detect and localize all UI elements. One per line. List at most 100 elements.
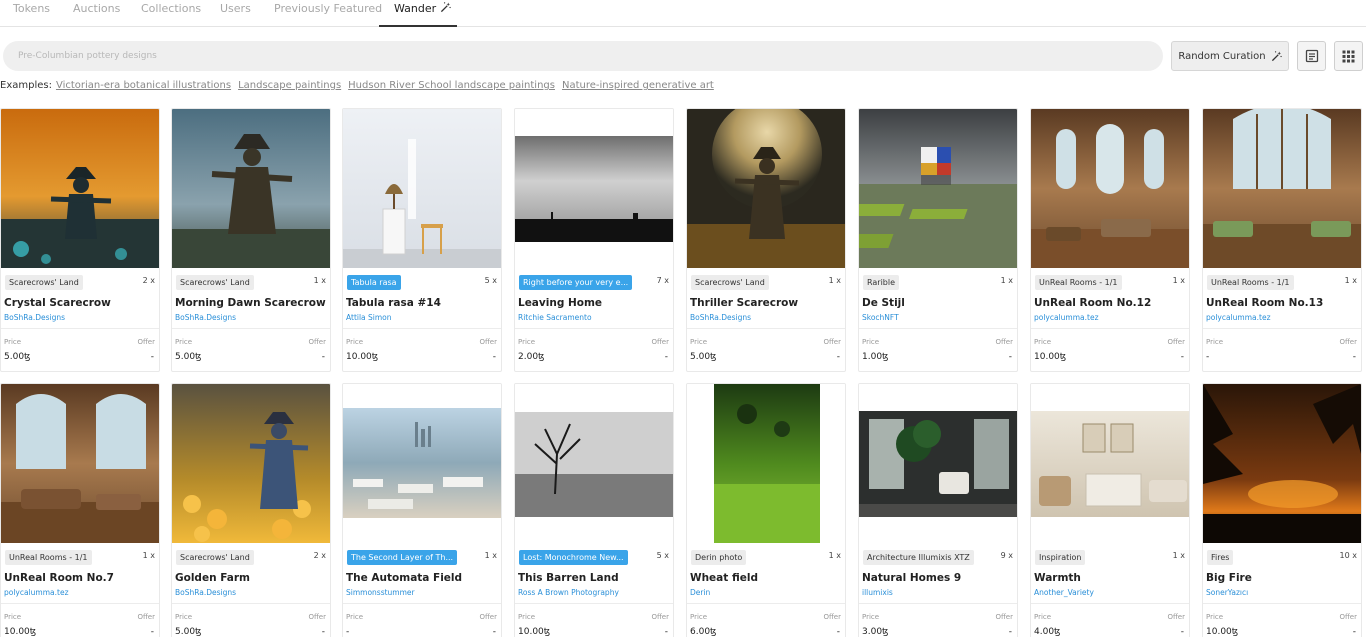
artwork-image[interactable] — [515, 384, 673, 543]
token-title[interactable]: Tabula rasa #14 — [346, 297, 441, 309]
creator-link[interactable]: polycalumma.tez — [4, 588, 69, 597]
random-curation-button[interactable]: Random Curation — [1171, 41, 1289, 71]
example-link[interactable]: Hudson River School landscape paintings — [348, 80, 555, 91]
token-title[interactable]: UnReal Room No.7 — [4, 572, 114, 584]
grid-view-button[interactable] — [1334, 41, 1363, 71]
token-title[interactable]: This Barren Land — [518, 572, 619, 584]
artwork-image[interactable] — [859, 384, 1017, 543]
token-card[interactable]: Tabula rasa 5 x Tabula rasa #14 Attila S… — [342, 108, 502, 372]
tab-users[interactable]: Users — [220, 2, 251, 15]
tab-previously-featured[interactable]: Previously Featured — [274, 2, 382, 15]
collection-badge[interactable]: Inspiration — [1035, 550, 1086, 565]
token-title[interactable]: UnReal Room No.13 — [1206, 297, 1323, 309]
token-card[interactable]: Right before your very e... 7 x Leaving … — [514, 108, 674, 372]
collection-badge[interactable]: Architecture Illumixis XTZ — [863, 550, 974, 565]
search-input[interactable] — [18, 41, 1148, 71]
token-title[interactable]: Wheat field — [690, 572, 758, 584]
collection-badge[interactable]: Derin photo — [691, 550, 747, 565]
offer-label: Offer — [479, 338, 497, 346]
price-value: 4.00ꜩ — [1034, 627, 1061, 637]
token-title[interactable]: De Stijl — [862, 297, 905, 309]
creator-link[interactable]: polycalumma.tez — [1034, 313, 1099, 322]
artwork-image[interactable] — [1203, 109, 1361, 268]
artwork-image[interactable] — [515, 109, 673, 268]
token-card[interactable]: Rarible 1 x De Stijl SkochNFT Price Offe… — [858, 108, 1018, 372]
token-card[interactable]: Inspiration 1 x Warmth Another_Variety P… — [1030, 383, 1190, 637]
artwork-image[interactable] — [172, 384, 330, 543]
token-title[interactable]: Big Fire — [1206, 572, 1252, 584]
token-title[interactable]: Crystal Scarecrow — [4, 297, 111, 309]
collection-badge[interactable]: UnReal Rooms - 1/1 — [5, 550, 92, 565]
token-title[interactable]: Thriller Scarecrow — [690, 297, 798, 309]
creator-link[interactable]: illumixis — [862, 588, 893, 597]
token-card[interactable]: UnReal Rooms - 1/1 1 x UnReal Room No.12… — [1030, 108, 1190, 372]
token-title[interactable]: Warmth — [1034, 572, 1081, 584]
artwork-image[interactable] — [1, 384, 159, 543]
creator-link[interactable]: BoShRa.Designs — [175, 313, 236, 322]
collection-badge[interactable]: UnReal Rooms - 1/1 — [1207, 275, 1294, 290]
creator-link[interactable]: SonerYazıcı — [1206, 588, 1248, 597]
artwork-image[interactable] — [343, 384, 501, 543]
collection-badge[interactable]: Scarecrows' Land — [691, 275, 769, 290]
tab-collections[interactable]: Collections — [141, 2, 201, 15]
token-card[interactable]: Scarecrows' Land 1 x Morning Dawn Scarec… — [171, 108, 331, 372]
collection-badge[interactable]: Scarecrows' Land — [176, 550, 254, 565]
token-card[interactable]: Scarecrows' Land 1 x Thriller Scarecrow … — [686, 108, 846, 372]
edition-count: 1 x — [828, 551, 841, 560]
list-view-button[interactable] — [1297, 41, 1326, 71]
token-title[interactable]: Natural Homes 9 — [862, 572, 961, 584]
token-card[interactable]: Lost: Monochrome New... 5 x This Barren … — [514, 383, 674, 637]
edition-count: 1 x — [828, 276, 841, 285]
collection-badge[interactable]: Fires — [1207, 550, 1234, 565]
collection-badge[interactable]: Right before your very e... — [519, 275, 633, 290]
creator-link[interactable]: BoShRa.Designs — [690, 313, 751, 322]
artwork-image[interactable] — [343, 109, 501, 268]
token-title[interactable]: Golden Farm — [175, 572, 250, 584]
creator-link[interactable]: BoShRa.Designs — [4, 313, 65, 322]
token-card[interactable]: UnReal Rooms - 1/1 1 x UnReal Room No.7 … — [0, 383, 160, 637]
token-card[interactable]: Derin photo 1 x Wheat field Derin Price … — [686, 383, 846, 637]
creator-link[interactable]: Derin — [690, 588, 710, 597]
creator-link[interactable]: Ritchie Sacramento — [518, 313, 592, 322]
artwork-image[interactable] — [1031, 384, 1189, 543]
example-link[interactable]: Victorian-era botanical illustrations — [56, 80, 231, 91]
token-card[interactable]: Fires 10 x Big Fire SonerYazıcı Price Of… — [1202, 383, 1362, 637]
collection-badge[interactable]: UnReal Rooms - 1/1 — [1035, 275, 1122, 290]
artwork-image[interactable] — [1203, 384, 1361, 543]
artwork-image[interactable] — [1031, 109, 1189, 268]
creator-link[interactable]: BoShRa.Designs — [175, 588, 236, 597]
token-card[interactable]: Architecture Illumixis XTZ 9 x Natural H… — [858, 383, 1018, 637]
creator-link[interactable]: Simmonsstummer — [346, 588, 415, 597]
edition-count: 1 x — [1172, 551, 1185, 560]
artwork-image[interactable] — [172, 109, 330, 268]
tab-tokens[interactable]: Tokens — [13, 2, 50, 15]
collection-badge[interactable]: Tabula rasa — [347, 275, 401, 290]
artwork-image[interactable] — [687, 384, 845, 543]
divider — [1031, 603, 1189, 604]
token-card[interactable]: UnReal Rooms - 1/1 1 x UnReal Room No.13… — [1202, 108, 1362, 372]
creator-link[interactable]: Attila Simon — [346, 313, 392, 322]
collection-badge[interactable]: Scarecrows' Land — [5, 275, 83, 290]
token-title[interactable]: Leaving Home — [518, 297, 602, 309]
artwork-image[interactable] — [1, 109, 159, 268]
collection-badge[interactable]: Scarecrows' Land — [176, 275, 254, 290]
artwork-image[interactable] — [859, 109, 1017, 268]
token-card[interactable]: Scarecrows' Land 2 x Crystal Scarecrow B… — [0, 108, 160, 372]
token-title[interactable]: Morning Dawn Scarecrow — [175, 297, 326, 309]
example-link[interactable]: Landscape paintings — [238, 80, 341, 91]
creator-link[interactable]: polycalumma.tez — [1206, 313, 1271, 322]
creator-link[interactable]: Ross A Brown Photography — [518, 588, 619, 597]
token-title[interactable]: The Automata Field — [346, 572, 462, 584]
creator-link[interactable]: SkochNFT — [862, 313, 899, 322]
collection-badge[interactable]: Rarible — [863, 275, 900, 290]
token-card[interactable]: Scarecrows' Land 2 x Golden Farm BoShRa.… — [171, 383, 331, 637]
token-title[interactable]: UnReal Room No.12 — [1034, 297, 1151, 309]
token-card[interactable]: The Second Layer of Th... 1 x The Automa… — [342, 383, 502, 637]
example-link[interactable]: Nature-inspired generative art — [562, 80, 714, 91]
collection-badge[interactable]: The Second Layer of Th... — [347, 550, 458, 565]
creator-link[interactable]: Another_Variety — [1034, 588, 1094, 597]
collection-badge[interactable]: Lost: Monochrome New... — [519, 550, 628, 565]
tab-wander[interactable]: Wander — [394, 2, 451, 15]
artwork-image[interactable] — [687, 109, 845, 268]
tab-auctions[interactable]: Auctions — [73, 2, 120, 15]
